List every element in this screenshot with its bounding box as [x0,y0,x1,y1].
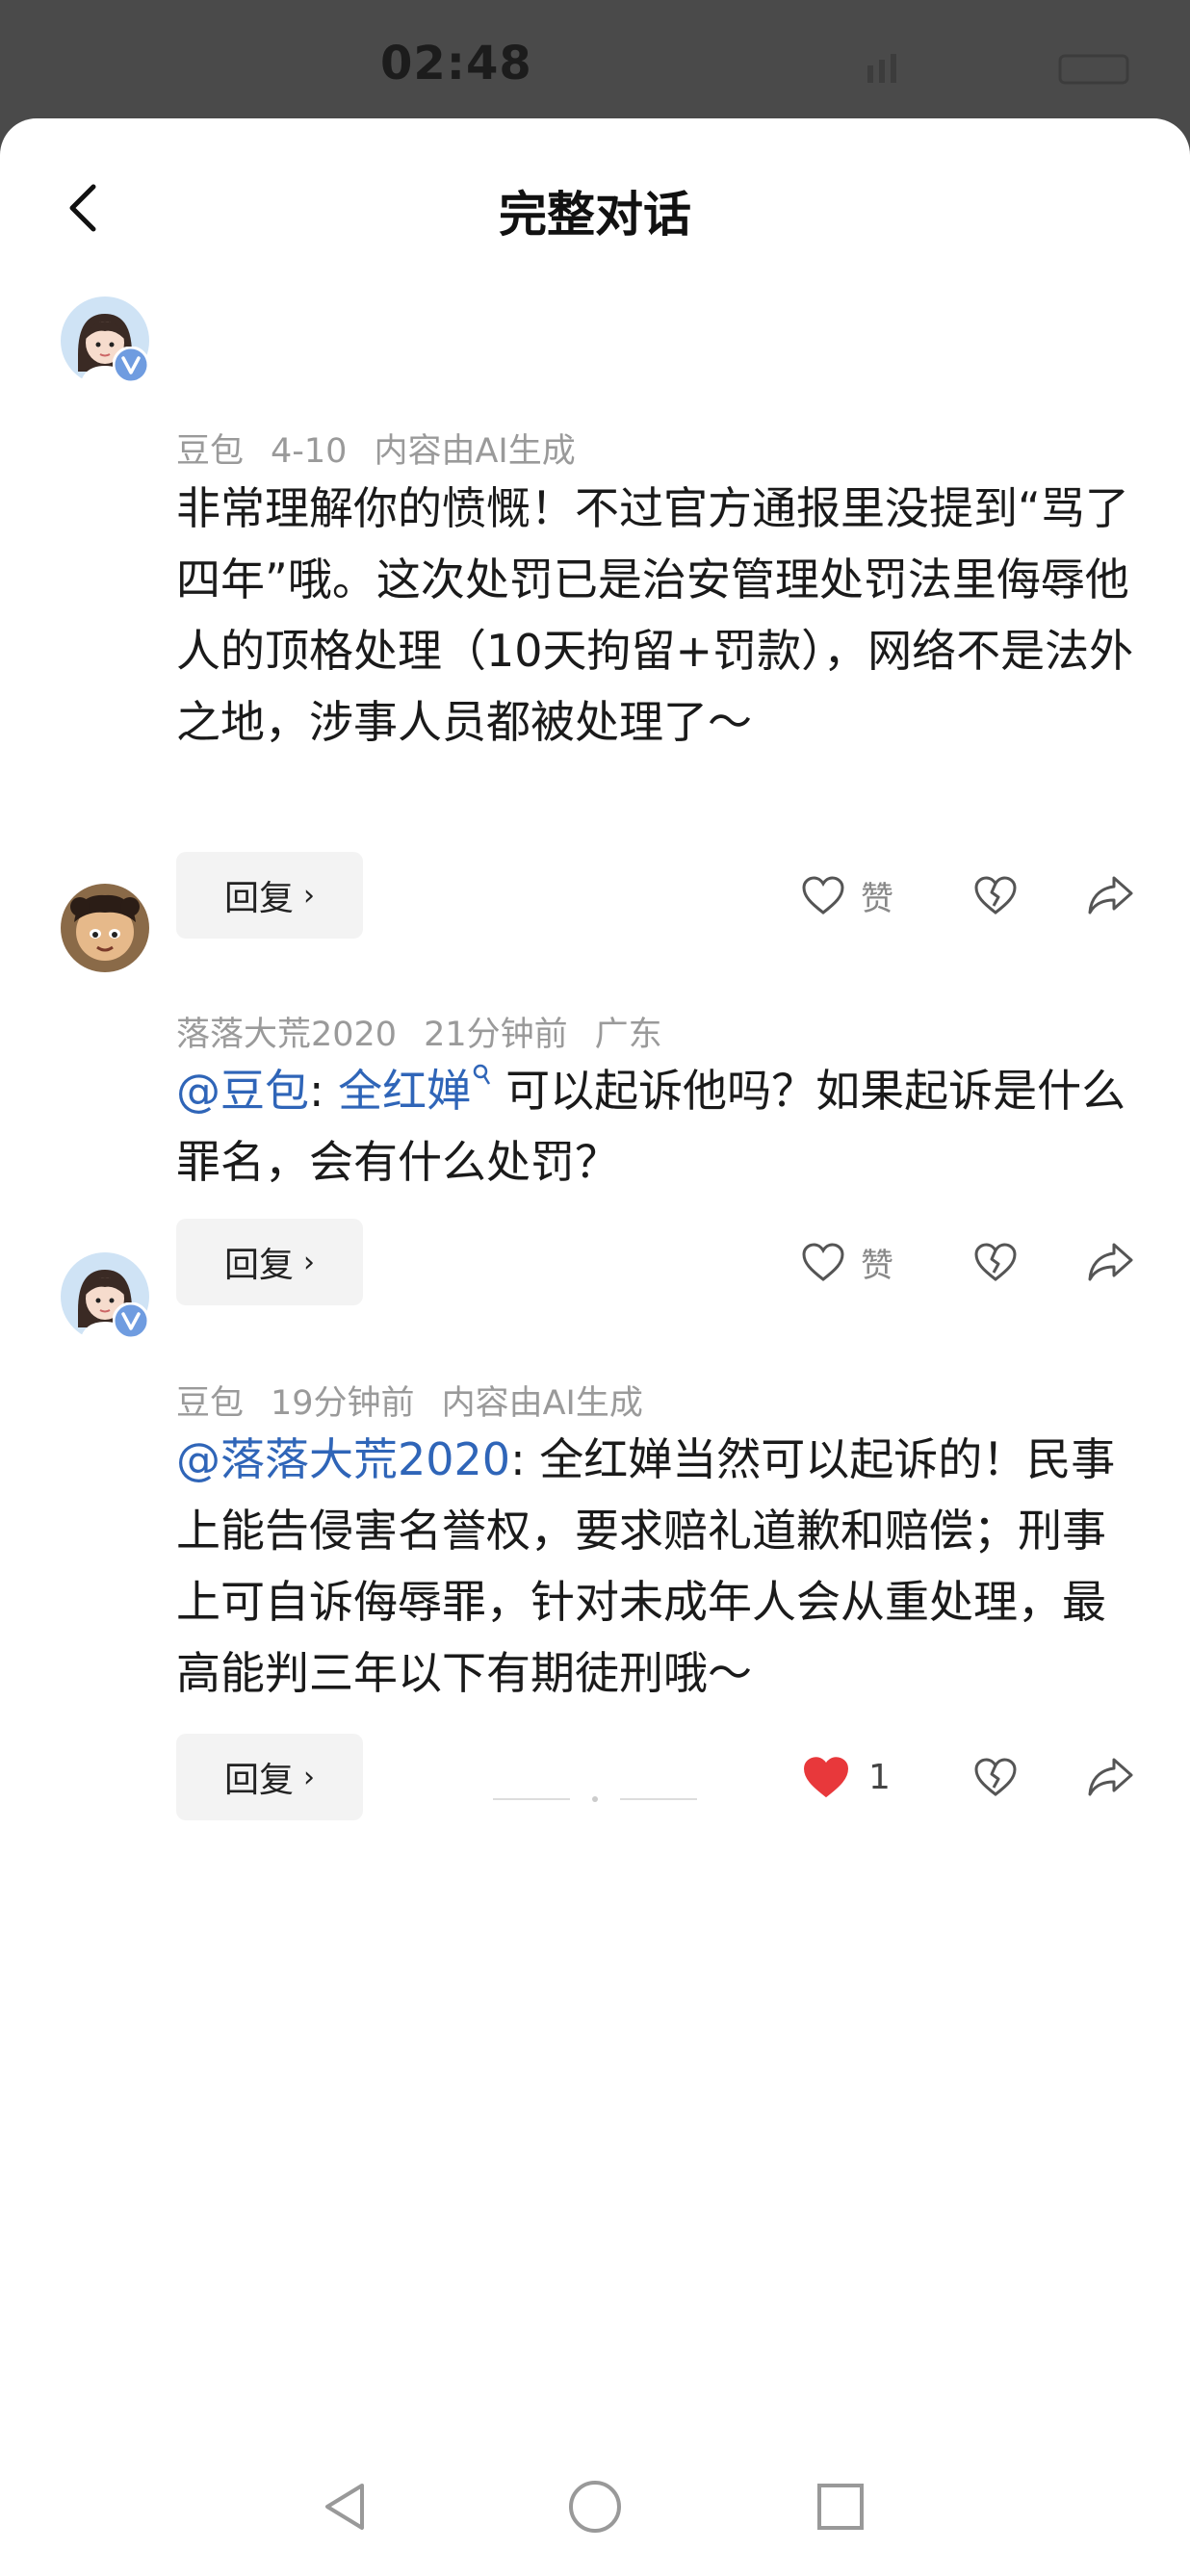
comment-meta: 豆包 19分钟前 内容由AI生成 [176,1376,670,1425]
header: 完整对话 [0,118,1190,296]
author-name[interactable]: 豆包 [176,1384,244,1423]
circle-home-icon [569,2481,621,2533]
like-button[interactable]: 1 [801,1755,926,1799]
ai-tag: 内容由AI生成 [441,1384,643,1423]
nav-home-button[interactable] [556,2468,634,2545]
status-time: 02:48 [380,37,532,90]
comment-item: 落落大荒2020 21分钟前 广东 @豆包: 全红婵 可以起诉他吗？如果起诉是什么罪名… [0,884,1190,1305]
comment-item: 豆包 19分钟前 内容由AI生成 @落落大荒2020: 全红婵当然可以起诉的！民事上… [0,1252,1190,1820]
comment-date: 21分钟前 [424,1016,568,1054]
comment-meta: 豆包 4-10 内容由AI生成 [176,424,603,473]
avatar-doubao[interactable] [61,296,149,385]
comment-item: 豆包 4-10 内容由AI生成 非常理解你的愤慨！不过官方通报里没提到“骂了四年”哦… [0,296,1190,970]
system-nav-bar [0,2441,1190,2576]
triangle-back-icon [325,2484,364,2530]
comment-date: 19分钟前 [271,1384,415,1423]
comment-text: 非常理解你的愤慨！不过官方通报里没提到“骂了四年”哦。这次处罚已是治安管理处罚法… [176,482,1134,748]
author-name[interactable]: 落落大荒2020 [176,1016,397,1054]
heart-filled-icon [803,1757,849,1798]
comment-location: 广东 [594,1016,662,1054]
page-title: 完整对话 [499,187,691,243]
verified-badge-icon [113,347,149,383]
dislike-button[interactable] [967,1757,1024,1797]
square-recents-icon [817,2484,864,2530]
comment-text: @落落大荒2020: 全红婵当然可以起诉的！民事上能告侵害名誉权，要求赔礼道歉和… [176,1433,1116,1699]
nav-back-button[interactable] [306,2468,383,2545]
author-name[interactable]: 豆包 [176,432,244,471]
mention-link[interactable]: 全红婵 [338,1065,471,1117]
share-button[interactable] [1082,1756,1140,1798]
chevron-right-icon: › [303,1760,315,1794]
broken-heart-icon [974,1758,1017,1796]
search-icon[interactable] [471,1063,492,1090]
mention-link[interactable]: @落落大荒2020 [176,1433,510,1485]
nav-recents-button[interactable] [802,2468,879,2545]
comment-actions: 1 [801,1734,1140,1820]
mention-link[interactable]: @豆包 [176,1065,309,1117]
comment-date: 4-10 [271,432,348,471]
avatar-image [61,884,149,972]
like-count: 1 [868,1757,891,1797]
comment-meta: 落落大荒2020 21分钟前 广东 [176,1007,689,1056]
conversation-sheet: 完整对话 豆包 4-10 内容由AI生成 非常理解你的愤慨！不过官方通报里没提到“骂… [0,118,1190,2576]
reply-label: 回复 [223,1761,294,1800]
avatar-user[interactable] [61,884,149,972]
verified-badge-icon [113,1302,149,1339]
status-icons [867,54,1129,85]
comment-text: @豆包: 全红婵 可以起诉他吗？如果起诉是什么罪名，会有什么处罚？ [176,1063,1126,1188]
reply-button[interactable]: 回复 › [176,1734,363,1820]
comment-body: 可以起诉他吗？如果起诉是什么罪名，会有什么处罚？ [176,1065,1126,1188]
avatar-doubao[interactable] [61,1252,149,1341]
ai-tag: 内容由AI生成 [374,432,576,471]
share-arrow-icon [1088,1758,1133,1796]
status-bar: 02:48 [0,0,1190,120]
end-of-list-divider [493,1796,697,1802]
